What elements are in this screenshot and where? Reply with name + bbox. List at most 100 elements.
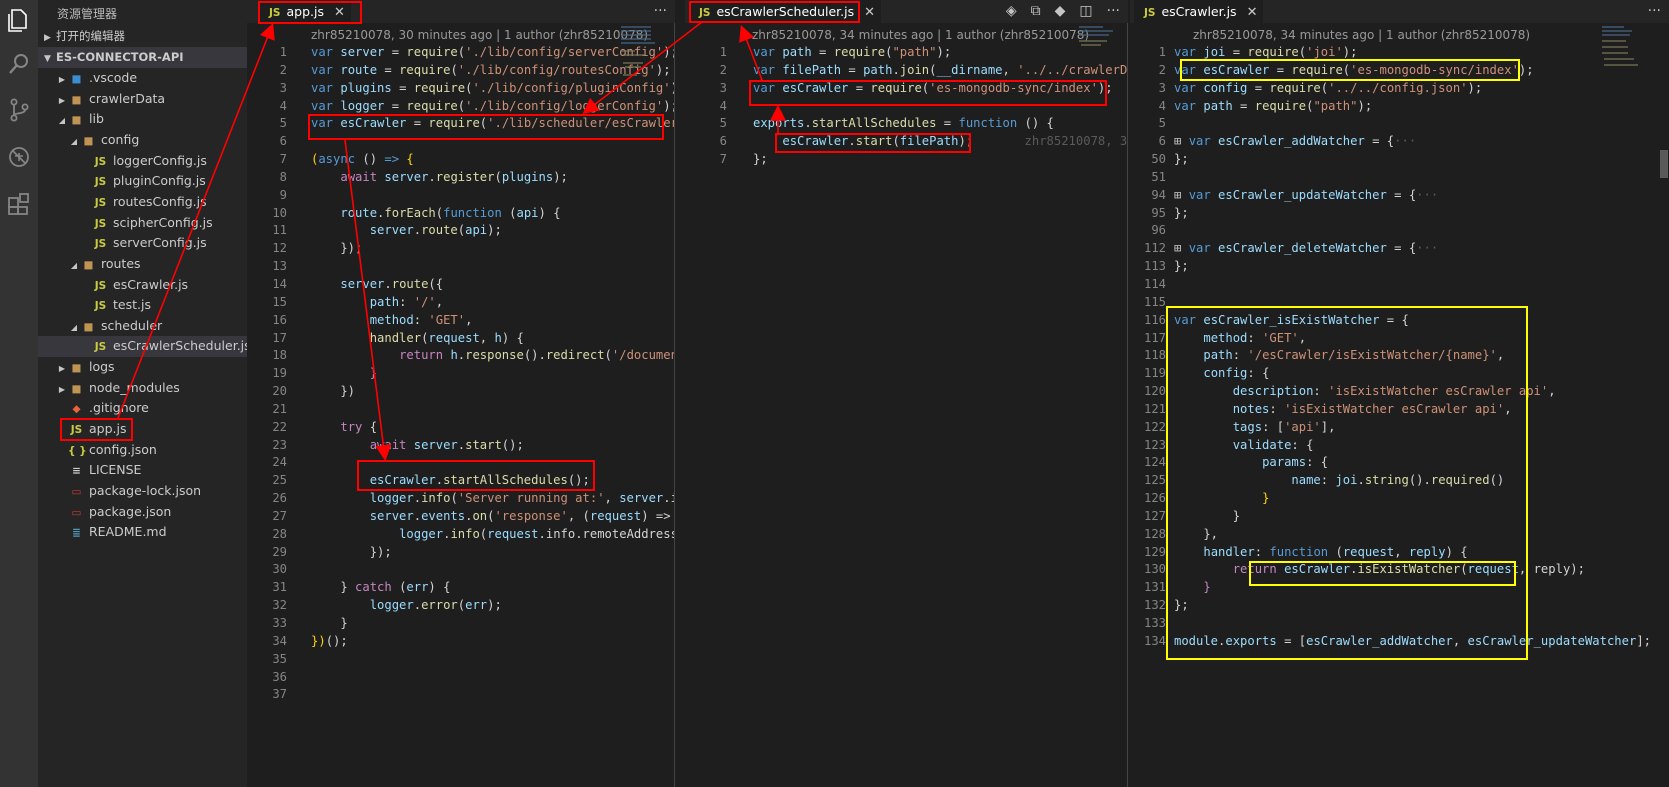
tree-item-pluginconfig-js[interactable]: JS pluginConfig.js <box>38 171 247 192</box>
tree-item-scipherconfig-js[interactable]: JS scipherConfig.js <box>38 213 247 234</box>
js-file-icon: JS <box>94 196 107 209</box>
tab-escrawler-js[interactable]: JS esCrawler.js ✕ <box>1134 0 1264 23</box>
line-number: 4 <box>279 98 287 113</box>
code-line: 17 handler(request, h) { <box>247 330 524 348</box>
line-number: 3 <box>279 80 287 95</box>
open-changes-icon[interactable]: ⧉ <box>1031 3 1041 19</box>
line-number: 18 <box>272 348 287 363</box>
more-actions-icon[interactable]: ··· <box>1648 0 1661 23</box>
tree-item-routesconfig-js[interactable]: JS routesConfig.js <box>38 192 247 213</box>
line-number: 123 <box>1143 437 1166 452</box>
minimap[interactable] <box>1077 24 1125 94</box>
extensions-icon[interactable] <box>5 190 33 218</box>
code-text: route.forEach(function (api) { <box>340 205 561 220</box>
tree-item-logs[interactable]: ▶ ■ logs <box>38 357 247 378</box>
tree-item-lib[interactable]: ◢ ■ lib <box>38 109 247 130</box>
code-text: } catch (err) { <box>311 580 451 595</box>
tree-item-node-modules[interactable]: ▶ ■ node_modules <box>38 378 247 399</box>
line-number: 14 <box>272 276 287 291</box>
lic-file-icon: ≡ <box>72 465 81 478</box>
tree-item-vscode[interactable]: ▶ ■ .vscode <box>38 68 247 89</box>
code-area[interactable]: 1 var joi = require('joi'); 2 var esCrawler… <box>1130 44 1651 669</box>
code-line: 126 } <box>1130 490 1269 508</box>
tree-item-package-json[interactable]: ▭ package.json <box>38 502 247 523</box>
tab-escrawlerscheduler-js[interactable]: JS esCrawlerScheduler.js ✕ <box>689 0 882 23</box>
tree-item-label: scipherConfig.js <box>113 214 213 230</box>
tree-item-routes[interactable]: ◢ ■ routes <box>38 254 247 275</box>
code-text: try { <box>340 419 378 434</box>
explorer-icon[interactable] <box>5 6 33 34</box>
activity-bar <box>0 0 38 787</box>
git-commit-icon[interactable]: ◆ <box>1055 3 1066 19</box>
minimap[interactable] <box>619 24 667 94</box>
tree-item-config[interactable]: ◢ ■ config <box>38 130 247 151</box>
tree-item-label: routes <box>101 255 141 271</box>
code-text: } <box>369 366 378 381</box>
code-text: path: '/', <box>369 294 444 309</box>
line-number: 118 <box>1143 348 1166 363</box>
code-line: 3 var config = require('../../config.json… <box>1130 80 1483 98</box>
tree-item-escrawlerscheduler-js[interactable]: JS esCrawlerScheduler.js <box>38 336 251 358</box>
tab-app-js[interactable]: JS app.js ✕ <box>259 0 351 23</box>
code-text: var esCrawler_isExistWatcher = { <box>1174 312 1409 327</box>
tree-item-test-js[interactable]: JS test.js <box>38 295 247 316</box>
line-number: 117 <box>1143 330 1166 345</box>
code-text: notes: 'isExistWatcher esCrawler api', <box>1232 401 1512 416</box>
code-line: 5 <box>1130 115 1166 133</box>
code-area[interactable]: 1 var server = require('./lib/config/serv… <box>247 44 675 704</box>
tree-item-serverconfig-js[interactable]: JS serverConfig.js <box>38 233 247 254</box>
code-line: 32 logger.error(err); <box>247 597 502 615</box>
open-editors-section[interactable]: ▶ 打开的编辑器 <box>38 26 247 47</box>
more-actions-icon[interactable]: ··· <box>1107 3 1120 19</box>
minimap[interactable] <box>1600 24 1648 94</box>
line-number: 31 <box>272 580 287 595</box>
chevron-right-icon: ▶ <box>58 364 66 374</box>
panel-divider[interactable] <box>674 23 675 787</box>
tree-item-package-lock-json[interactable]: ▭ package-lock.json <box>38 481 247 502</box>
tree-item-loggerconfig-js[interactable]: JS loggerConfig.js <box>38 151 247 172</box>
debug-icon[interactable] <box>5 143 33 171</box>
more-actions-icon[interactable]: ··· <box>654 0 667 23</box>
chevron-right-icon: ▶ <box>58 95 66 105</box>
tree-item-label: esCrawler.js <box>113 276 189 292</box>
code-line: 37 <box>247 686 287 704</box>
tree-item-config-json[interactable]: { } config.json <box>38 440 247 461</box>
line-number: 95 <box>1151 205 1166 220</box>
tree-item-crawlerdata[interactable]: ▶ ■ crawlerData <box>38 89 247 110</box>
line-number: 128 <box>1143 526 1166 541</box>
tree-item-license[interactable]: ≡ LICENSE <box>38 460 247 481</box>
code-line: 3 var plugins = require('./lib/config/plu… <box>247 80 675 98</box>
scrollbar-thumb[interactable] <box>1660 150 1668 178</box>
line-number: 16 <box>272 312 287 327</box>
code-text: }); <box>311 544 392 559</box>
project-section[interactable]: ▼ ES-CONNECTOR-API <box>38 47 247 68</box>
close-icon[interactable]: ✕ <box>334 5 345 20</box>
tree-item-label: crawlerData <box>89 90 166 106</box>
tab-bar: JS esCrawlerScheduler.js ✕ ◈ ⧉ ◆ ◫ ··· <box>685 0 1128 23</box>
code-text: ⊞ var esCrawler_addWatcher = {··· <box>1174 134 1417 149</box>
code-line: 134 module.exports = [esCrawler_addWatche… <box>1130 633 1651 651</box>
tree-item-app-js[interactable]: JS app.js <box>38 419 247 440</box>
tree-item-readme-md[interactable]: ≣ README.md <box>38 522 247 543</box>
git-compare-icon[interactable]: ◈ <box>1006 3 1017 19</box>
code-line: 18 return h.response().redirect('/docume… <box>247 347 675 365</box>
js-file-icon: JS <box>94 176 107 189</box>
line-number: 21 <box>272 401 287 416</box>
source-control-icon[interactable] <box>5 96 33 124</box>
tree-item-escrawler-js[interactable]: JS esCrawler.js <box>38 275 247 296</box>
tree-item-scheduler[interactable]: ◢ ■ scheduler <box>38 316 247 337</box>
search-icon[interactable] <box>5 50 33 78</box>
close-icon[interactable]: ✕ <box>864 5 875 20</box>
split-editor-icon[interactable]: ◫ <box>1079 3 1092 19</box>
code-line: 20 }) <box>247 383 355 401</box>
panel-divider[interactable] <box>1127 23 1128 787</box>
close-icon[interactable]: ✕ <box>1247 5 1258 20</box>
code-text: description: 'isExistWatcher esCrawler a… <box>1232 384 1556 399</box>
line-number: 2 <box>279 62 287 77</box>
code-text: server.events.on('response', (request) =… <box>369 508 671 523</box>
code-area[interactable]: 1 var path = require("path"); 2 var filePat… <box>685 44 1128 169</box>
line-number: 33 <box>272 616 287 630</box>
tree-item-gitignore[interactable]: ◆ .gitignore <box>38 398 247 419</box>
code-text: config: { <box>1203 366 1270 381</box>
